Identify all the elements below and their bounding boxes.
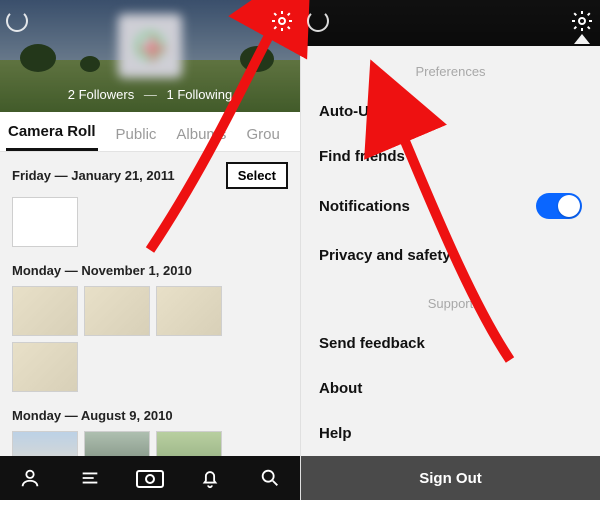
menu-label: Privacy and safety	[319, 247, 451, 264]
tab-camera-roll[interactable]: Camera Roll	[6, 123, 98, 151]
profile-icon[interactable]	[11, 463, 49, 493]
photo-thumb[interactable]	[12, 286, 78, 336]
sign-out-button[interactable]: Sign Out	[301, 456, 600, 500]
gear-icon[interactable]	[570, 9, 594, 33]
tab-albums[interactable]: Albums	[174, 126, 228, 151]
photo-thumb[interactable]	[12, 342, 78, 392]
menu-auto-uploadr[interactable]: Auto-Uploadr	[301, 89, 600, 134]
refresh-icon[interactable]	[6, 10, 28, 32]
menu-find-friends[interactable]: Find friends	[301, 134, 600, 179]
menu-label: Notifications	[319, 198, 410, 215]
menu-label: Send feedback	[319, 335, 425, 352]
photo-thumb[interactable]	[156, 286, 222, 336]
followers-count: 2	[68, 87, 75, 102]
profile-cover: 2 Followers — 1 Following	[0, 0, 300, 112]
notifications-icon[interactable]	[191, 463, 229, 493]
profile-tabs: Camera Roll Public Albums Grou	[0, 112, 300, 152]
group-title: Monday — November 1, 2010	[12, 263, 192, 278]
section-preferences: Preferences	[301, 46, 600, 89]
menu-send-feedback[interactable]: Send feedback	[301, 321, 600, 366]
settings-header	[301, 0, 600, 46]
followers-label: Followers	[79, 87, 135, 102]
menu-notifications[interactable]: Notifications	[301, 179, 600, 233]
photo-thumb[interactable]	[84, 286, 150, 336]
group-title: Friday — January 21, 2011	[12, 168, 175, 183]
photo-thumb[interactable]	[12, 197, 78, 247]
menu-label: Find friends	[319, 148, 405, 165]
date-group: Friday — January 21, 2011 Select	[0, 152, 300, 253]
search-icon[interactable]	[251, 463, 289, 493]
following-label: Following	[177, 87, 232, 102]
bottom-nav	[0, 456, 300, 500]
menu-about[interactable]: About	[301, 366, 600, 411]
menu-label: Auto-Uploadr	[319, 103, 415, 120]
date-group: Monday — November 1, 2010	[0, 253, 300, 398]
menu-label: Help	[319, 425, 352, 442]
settings-screen: Preferences Auto-Uploadr Find friends No…	[301, 0, 600, 500]
menu-label: About	[319, 380, 362, 397]
camera-icon[interactable]	[131, 463, 169, 493]
section-support: Support	[301, 278, 600, 321]
group-title: Monday — August 9, 2010	[12, 408, 173, 423]
menu-privacy-safety[interactable]: Privacy and safety	[301, 233, 600, 278]
popover-pointer	[574, 34, 590, 44]
gear-icon[interactable]	[270, 9, 294, 33]
select-button[interactable]: Select	[226, 162, 288, 189]
follow-stats: 2 Followers — 1 Following	[0, 87, 300, 102]
following-count: 1	[166, 87, 173, 102]
feed-icon[interactable]	[71, 463, 109, 493]
tab-groups[interactable]: Grou	[244, 126, 281, 151]
separator: —	[144, 87, 157, 102]
menu-help[interactable]: Help	[301, 411, 600, 456]
tab-public[interactable]: Public	[114, 126, 159, 151]
notifications-toggle[interactable]	[536, 193, 582, 219]
camera-roll-screen: 2 Followers — 1 Following Camera Roll Pu…	[0, 0, 301, 500]
refresh-icon[interactable]	[307, 10, 329, 32]
